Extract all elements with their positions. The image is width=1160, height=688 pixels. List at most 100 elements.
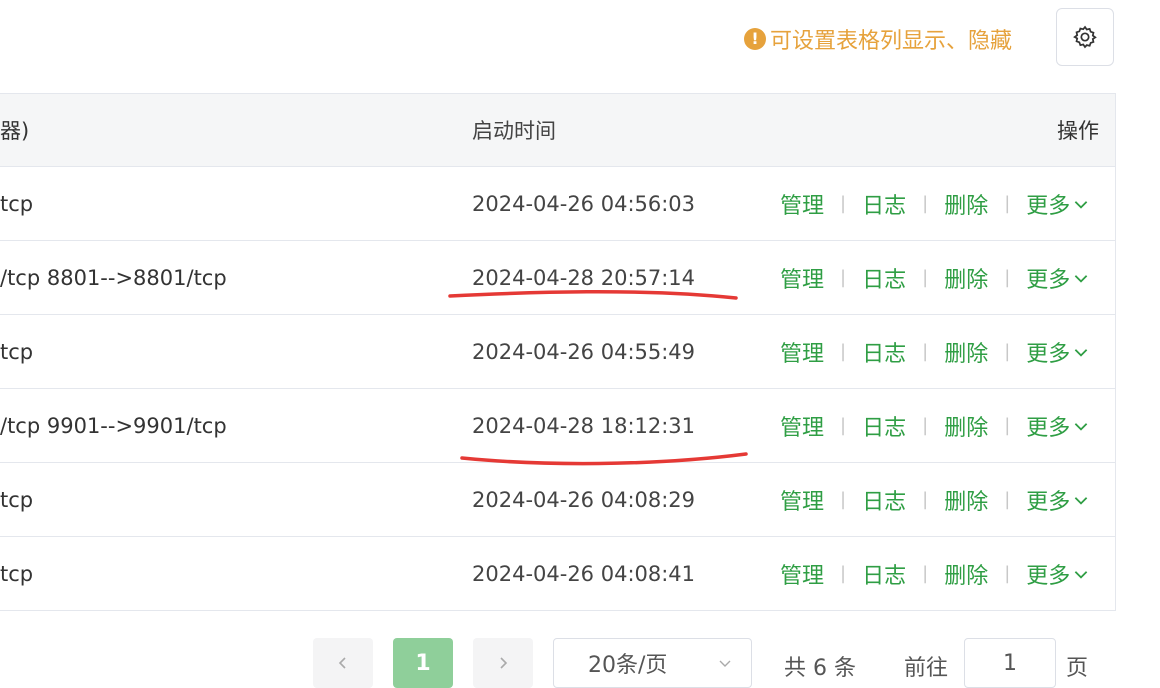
more-dropdown[interactable]: 更多 (1026, 558, 1090, 590)
manage-link[interactable]: 管理 (780, 484, 824, 516)
chevron-down-icon (1075, 496, 1088, 505)
delete-link[interactable]: 删除 (944, 410, 988, 442)
delete-link[interactable]: 删除 (944, 188, 988, 220)
table-row: /tcp 9901-->9901/tcp 2024-04-28 18:12:31… (0, 389, 1115, 463)
more-dropdown[interactable]: 更多 (1026, 410, 1090, 442)
divider: | (1004, 563, 1011, 584)
more-label: 更多 (1026, 193, 1071, 219)
page-unit-label: 页 (1066, 656, 1089, 681)
more-label: 更多 (1026, 489, 1071, 515)
divider: | (1004, 415, 1011, 436)
divider: | (1004, 267, 1011, 288)
row-ports: tcp (0, 487, 34, 512)
row-ports: tcp (0, 191, 34, 216)
chevron-right-icon (500, 657, 508, 669)
row-ports: /tcp 8801-->8801/tcp (0, 265, 227, 290)
logs-link[interactable]: 日志 (862, 188, 906, 220)
goto-label: 前往 (904, 656, 949, 681)
chevron-down-icon (1075, 200, 1088, 209)
more-label: 更多 (1026, 341, 1071, 367)
row-start-time: 2024-04-26 04:08:29 (472, 487, 696, 512)
divider: | (1004, 489, 1011, 510)
row-ports: tcp (0, 339, 34, 364)
pagination: 1 20条/页 共 6 条 前往 1 页 (0, 638, 1160, 688)
divider: | (922, 563, 929, 584)
divider: | (1004, 193, 1011, 214)
manage-link[interactable]: 管理 (780, 336, 824, 368)
manage-link[interactable]: 管理 (780, 188, 824, 220)
more-label: 更多 (1026, 415, 1071, 441)
logs-link[interactable]: 日志 (862, 262, 906, 294)
header-actions: 操作 (1057, 119, 1099, 143)
warning-icon: ! (744, 28, 766, 50)
logs-link[interactable]: 日志 (862, 410, 906, 442)
delete-link[interactable]: 删除 (944, 336, 988, 368)
row-actions: 管理 | 日志 | 删除 | 更多 (780, 241, 1110, 314)
table-header: 器) 启动时间 操作 (0, 94, 1115, 167)
more-label: 更多 (1026, 267, 1071, 293)
divider: | (922, 415, 929, 436)
more-dropdown[interactable]: 更多 (1026, 484, 1090, 516)
more-dropdown[interactable]: 更多 (1026, 262, 1090, 294)
divider: | (922, 341, 929, 362)
chevron-down-icon (1075, 348, 1088, 357)
next-page-button[interactable] (473, 638, 533, 688)
logs-link[interactable]: 日志 (862, 484, 906, 516)
manage-link[interactable]: 管理 (780, 558, 824, 590)
divider: | (922, 489, 929, 510)
row-ports: /tcp 9901-->9901/tcp (0, 413, 227, 438)
manage-link[interactable]: 管理 (780, 262, 824, 294)
table-row: tcp 2024-04-26 04:08:29 管理 | 日志 | 删除 | 更多 (0, 463, 1115, 537)
row-start-time: 2024-04-26 04:55:49 (472, 339, 696, 364)
divider: | (840, 563, 847, 584)
page-size-select[interactable]: 20条/页 (553, 638, 752, 688)
delete-link[interactable]: 删除 (944, 484, 988, 516)
table-row: tcp 2024-04-26 04:55:49 管理 | 日志 | 删除 | 更多 (0, 315, 1115, 389)
divider: | (922, 267, 929, 288)
more-dropdown[interactable]: 更多 (1026, 188, 1090, 220)
divider: | (840, 341, 847, 362)
gear-icon (1073, 25, 1097, 49)
table-row: /tcp 8801-->8801/tcp 2024-04-28 20:57:14… (0, 241, 1115, 315)
table-row: tcp 2024-04-26 04:08:41 管理 | 日志 | 删除 | 更多 (0, 537, 1115, 611)
divider: | (922, 193, 929, 214)
tip-text: 可设置表格列显示、隐藏 (770, 29, 1013, 54)
container-table: 器) 启动时间 操作 tcp 2024-04-26 04:56:03 管理 | 日… (0, 93, 1116, 611)
prev-page-button[interactable] (313, 638, 373, 688)
column-settings-tip: ! 可设置表格列显示、隐藏 (744, 22, 1012, 56)
logs-link[interactable]: 日志 (862, 558, 906, 590)
row-actions: 管理 | 日志 | 删除 | 更多 (780, 389, 1110, 462)
manage-link[interactable]: 管理 (780, 410, 824, 442)
divider: | (840, 267, 847, 288)
row-actions: 管理 | 日志 | 删除 | 更多 (780, 537, 1110, 610)
row-ports: tcp (0, 561, 34, 586)
row-start-time: 2024-04-28 18:12:31 (472, 413, 696, 438)
delete-link[interactable]: 删除 (944, 262, 988, 294)
more-dropdown[interactable]: 更多 (1026, 336, 1090, 368)
divider: | (1004, 341, 1011, 362)
chevron-down-icon (719, 660, 731, 667)
page-number-button[interactable]: 1 (393, 638, 453, 688)
row-start-time: 2024-04-28 20:57:14 (472, 265, 696, 290)
divider: | (840, 415, 847, 436)
page-size-value: 20条/页 (588, 653, 668, 678)
goto-page-input[interactable]: 1 (964, 638, 1056, 688)
table-row: tcp 2024-04-26 04:56:03 管理 | 日志 | 删除 | 更多 (0, 167, 1115, 241)
row-actions: 管理 | 日志 | 删除 | 更多 (780, 463, 1110, 536)
total-count: 共 6 条 (784, 656, 856, 681)
chevron-left-icon (338, 657, 346, 669)
column-settings-button[interactable] (1056, 8, 1114, 66)
header-ports: 器) (0, 119, 30, 143)
more-label: 更多 (1026, 563, 1071, 589)
row-start-time: 2024-04-26 04:56:03 (472, 191, 696, 216)
chevron-down-icon (1075, 274, 1088, 283)
divider: | (840, 193, 847, 214)
chevron-down-icon (1075, 422, 1088, 431)
divider: | (840, 489, 847, 510)
row-actions: 管理 | 日志 | 删除 | 更多 (780, 315, 1110, 388)
delete-link[interactable]: 删除 (944, 558, 988, 590)
logs-link[interactable]: 日志 (862, 336, 906, 368)
header-start-time: 启动时间 (472, 119, 556, 143)
chevron-down-icon (1075, 570, 1088, 579)
row-actions: 管理 | 日志 | 删除 | 更多 (780, 167, 1110, 240)
